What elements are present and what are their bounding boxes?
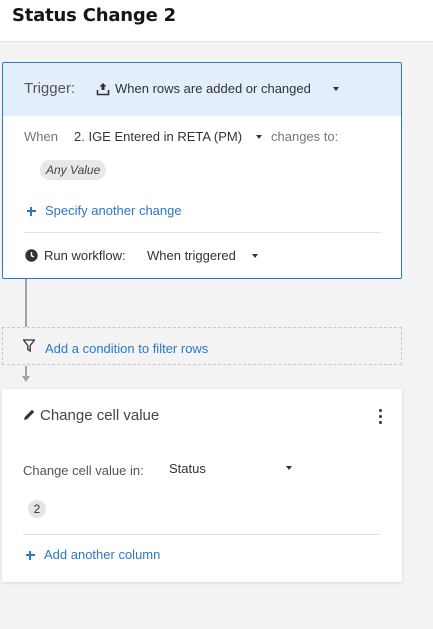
action-card: Change cell value Change cell value in: … (2, 389, 402, 582)
clock-icon (25, 249, 38, 262)
change-cell-label: Change cell value in: (23, 463, 144, 478)
filter-label: Add a condition to filter rows (45, 341, 209, 356)
connector-line (25, 279, 27, 327)
action-title: Change cell value (40, 407, 160, 424)
any-value-pill[interactable]: Any Value (40, 160, 107, 180)
trigger-header: Trigger: When rows are added or changed (3, 63, 401, 116)
changes-to-label: changes to: (271, 129, 339, 144)
pencil-icon (24, 409, 35, 420)
caret-down-icon[interactable] (333, 87, 339, 91)
specify-link-label: Specify another change (45, 203, 182, 218)
column-select[interactable]: Status (169, 461, 206, 476)
plus-icon (27, 207, 36, 216)
filter-icon (23, 339, 35, 352)
trigger-card: Trigger: When rows are added or changed … (2, 62, 402, 279)
page-header: Status Change 2 (0, 0, 433, 42)
caret-down-icon[interactable] (286, 466, 292, 470)
caret-down-icon[interactable] (256, 135, 262, 139)
when-label: When (24, 129, 58, 144)
trigger-column-select[interactable]: 2. IGE Entered in RETA (PM) (74, 129, 242, 144)
plus-icon (26, 551, 35, 560)
connector-arrow-icon (22, 376, 30, 382)
add-filter-condition-button[interactable]: Add a condition to filter rows (2, 327, 402, 365)
more-vertical-icon[interactable] (374, 407, 388, 425)
menu-dot (379, 415, 382, 418)
value-pill[interactable]: 2 (28, 500, 46, 518)
run-workflow-label: Run workflow: (44, 248, 126, 263)
upload-tray-icon (96, 83, 110, 96)
divider (23, 534, 380, 535)
trigger-label: Trigger: (24, 80, 76, 97)
menu-dot (379, 409, 382, 412)
add-column-label: Add another column (44, 547, 161, 562)
connector-line (25, 366, 27, 376)
caret-down-icon[interactable] (252, 254, 258, 258)
trigger-event-select[interactable]: When rows are added or changed (115, 81, 311, 96)
page-title: Status Change 2 (12, 5, 176, 26)
run-workflow-select[interactable]: When triggered (147, 248, 236, 263)
divider (24, 232, 381, 233)
menu-dot (379, 421, 382, 424)
add-another-column-link[interactable]: Add another column (26, 547, 206, 565)
specify-another-change-link[interactable]: Specify another change (27, 203, 227, 221)
